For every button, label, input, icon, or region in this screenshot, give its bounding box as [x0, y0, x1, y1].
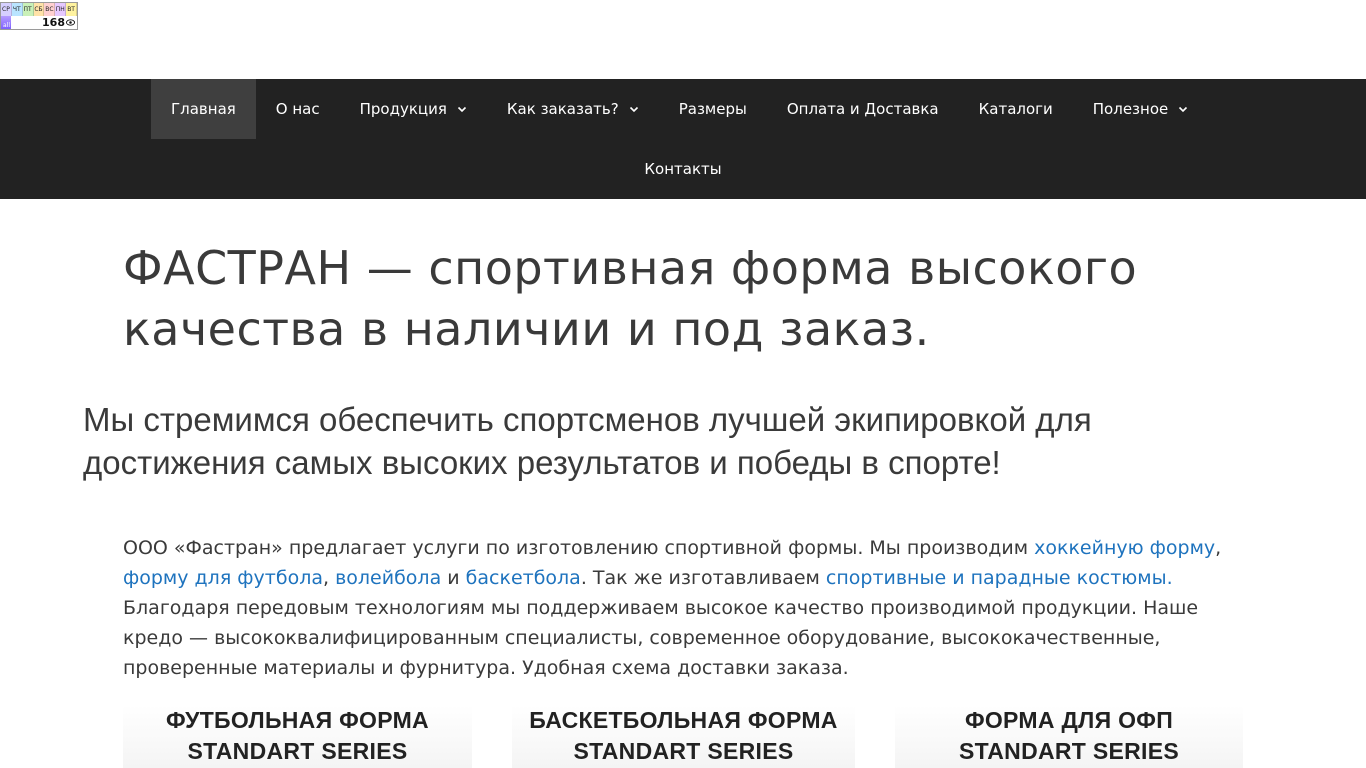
card-series: STANDART SERIES [958, 738, 1180, 764]
nav-item-label: Как заказать? [506, 100, 619, 118]
counter-day: ПТ [22, 3, 34, 16]
nav-item-home[interactable]: Главная [151, 79, 256, 139]
nav-item-label: О нас [275, 100, 320, 118]
card-title: ФОРМА ДЛЯ ОФП [964, 707, 1174, 733]
intro-text: , [322, 567, 336, 589]
counter-day: ВС [44, 3, 56, 16]
chevron-down-icon [457, 106, 466, 113]
intro-text: и [441, 567, 466, 589]
nav-item-sizes[interactable]: Размеры [659, 79, 767, 139]
product-card-basketball[interactable]: БАСКЕТБОЛЬНАЯ ФОРМА STANDART SERIES [512, 705, 855, 768]
main-navigation: Главная О нас Продукция Как заказать? Ра… [0, 79, 1366, 199]
card-series: STANDART SERIES [573, 738, 794, 764]
chevron-down-icon [1179, 106, 1188, 113]
link-volleyball[interactable]: волейбола [335, 567, 441, 589]
intro-text: , [1215, 537, 1222, 559]
chevron-down-icon [629, 106, 638, 113]
counter-day: ПН [55, 3, 67, 16]
nav-item-label: Размеры [678, 100, 747, 118]
nav-item-products[interactable]: Продукция [340, 79, 487, 139]
nav-item-payment-delivery[interactable]: Оплата и Доставка [767, 79, 959, 139]
counter-value: 168 [42, 16, 65, 29]
product-card-football[interactable]: ФУТБОЛЬНАЯ ФОРМА STANDART SERIES [123, 705, 472, 768]
nav-item-label: Каталоги [978, 100, 1053, 118]
counter-days: СР ЧТ ПТ СБ ВС ПН ВТ [1, 3, 77, 16]
counter-day: ВТ [66, 3, 77, 16]
nav-item-label: Контакты [644, 160, 722, 178]
visitor-counter[interactable]: СР ЧТ ПТ СБ ВС ПН ВТ all 168 [0, 2, 78, 30]
counter-bottom: all 168 [1, 16, 77, 29]
card-title: ФУТБОЛЬНАЯ ФОРМА [166, 707, 429, 733]
page-subtitle: Мы стремимся обеспечить спортсменов лучш… [83, 401, 1092, 481]
page-title: ФАСТРАН — спортивная форма высокого каче… [123, 241, 1138, 356]
nav-item-label: Продукция [359, 100, 447, 118]
card-title: БАСКЕТБОЛЬНАЯ ФОРМА [529, 707, 838, 733]
counter-day: ЧТ [11, 3, 23, 16]
eye-icon [66, 19, 75, 26]
nav-item-useful[interactable]: Полезное [1073, 79, 1208, 139]
nav-row: Главная О нас Продукция Как заказать? Ра… [151, 79, 1208, 139]
counter-bar: all [1, 16, 11, 29]
link-football-uniform[interactable]: форму для футбола [123, 567, 323, 589]
nav-item-contacts[interactable]: Контакты [624, 139, 741, 199]
link-hockey-uniform[interactable]: хоккейную форму [1034, 537, 1215, 559]
nav-row-2: Контакты [0, 139, 1366, 199]
link-sport-suits[interactable]: спортивные и парадные костюмы. [826, 567, 1173, 589]
nav-item-catalogs[interactable]: Каталоги [959, 79, 1073, 139]
intro-text: . Так же изготавливаем [580, 567, 826, 589]
nav-item-label: Главная [171, 100, 236, 118]
product-card-ofp[interactable]: ФОРМА ДЛЯ ОФП STANDART SERIES [895, 705, 1243, 768]
nav-item-how-to-order[interactable]: Как заказать? [487, 79, 659, 139]
intro-text: Благодаря передовым технологиям мы подде… [123, 597, 1199, 679]
card-series: STANDART SERIES [187, 738, 408, 764]
intro-text: ООО «Фастран» предлагает услуги по изгот… [123, 537, 1035, 559]
counter-bar-label: all [3, 22, 11, 29]
nav-item-label: Полезное [1092, 100, 1169, 118]
nav-item-label: Оплата и Доставка [786, 100, 939, 118]
counter-day: СР [1, 3, 12, 16]
link-basketball[interactable]: баскетбола [466, 567, 581, 589]
intro-paragraph: ООО «Фастран» предлагает услуги по изгот… [123, 533, 1233, 683]
nav-item-about[interactable]: О нас [256, 79, 340, 139]
counter-day: СБ [33, 3, 45, 16]
